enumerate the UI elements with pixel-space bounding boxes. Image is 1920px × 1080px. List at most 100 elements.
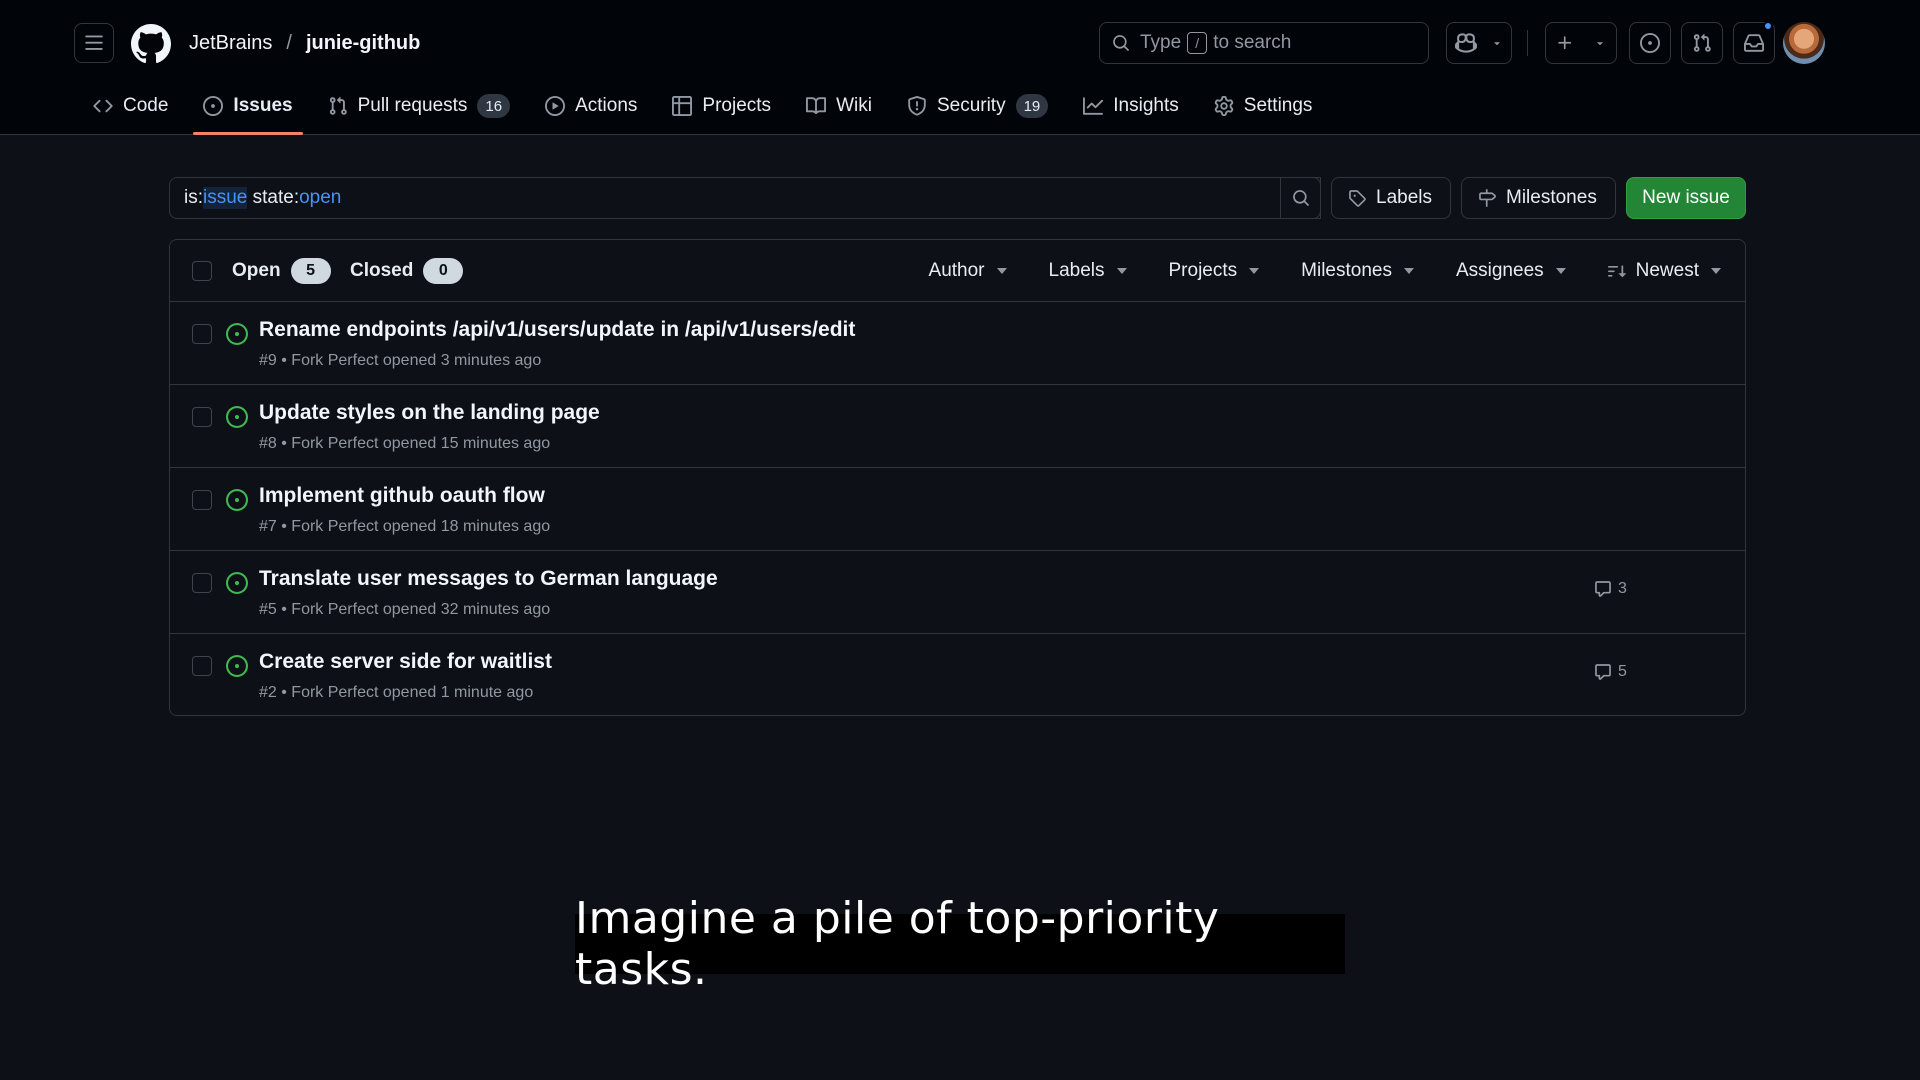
menu-button[interactable] (74, 23, 114, 63)
comment-count: 5 (1618, 663, 1627, 680)
chevron-down-icon (1597, 42, 1603, 46)
git-pull-request-icon (1693, 33, 1711, 52)
issue-row[interactable]: Implement github oauth flow #7 • Fork Pe… (170, 468, 1745, 551)
github-logo-icon[interactable] (131, 24, 171, 64)
issue-opened-icon (226, 572, 248, 594)
closed-issues-tab[interactable]: Closed 0 (350, 257, 464, 284)
tab-label: Wiki (836, 95, 872, 116)
code-icon (93, 99, 113, 113)
issue-checkbox[interactable] (192, 324, 212, 344)
open-count: 5 (290, 257, 331, 284)
list-filters: Author Labels Projects Milestones Assign… (887, 240, 1721, 302)
chevron-down-icon (1494, 42, 1500, 46)
tab-label: Projects (702, 95, 772, 116)
book-icon (806, 97, 827, 115)
issue-meta: #2 • Fork Perfect opened 1 minute ago (259, 684, 534, 701)
labels-button[interactable]: Labels (1331, 177, 1451, 219)
issue-opened-icon (226, 489, 248, 511)
shield-icon (908, 96, 926, 116)
tab-pull-requests[interactable]: Pull requests 16 (318, 86, 521, 126)
issue-row[interactable]: Update styles on the landing page #8 • F… (170, 385, 1745, 468)
issue-title-link[interactable]: Implement github oauth flow (259, 484, 545, 508)
breadcrumb-separator: / (286, 31, 292, 54)
issue-checkbox[interactable] (192, 573, 212, 593)
tab-insights[interactable]: Insights (1073, 86, 1188, 126)
copilot-icon (1455, 33, 1477, 53)
comment-icon (1595, 664, 1611, 680)
tab-label: Code (123, 95, 169, 116)
unread-indicator (1763, 21, 1773, 31)
issue-meta: #5 • Fork Perfect opened 32 minutes ago (259, 601, 551, 618)
milestone-icon (1479, 189, 1496, 207)
issue-title-link[interactable]: Translate user messages to German langua… (259, 567, 718, 591)
your-pull-requests-button[interactable] (1681, 22, 1723, 64)
issue-checkbox[interactable] (192, 490, 212, 510)
filter-label: Projects (1168, 260, 1238, 281)
open-issues-tab[interactable]: Open 5 (232, 257, 331, 284)
tab-wiki[interactable]: Wiki (796, 86, 882, 126)
filter-search-button[interactable] (1280, 177, 1321, 219)
tab-label: Settings (1243, 95, 1313, 116)
closed-count: 0 (423, 257, 464, 284)
issue-opened-icon (203, 96, 224, 116)
pull-requests-count: 16 (477, 94, 511, 118)
caret-down-icon (1555, 268, 1566, 274)
tab-security[interactable]: Security 19 (897, 86, 1058, 126)
search-suffix: to search (1213, 32, 1292, 53)
issue-opened-icon (1640, 33, 1660, 53)
graph-icon (1083, 97, 1104, 115)
labels-button-label: Labels (1376, 187, 1432, 208)
author-filter[interactable]: Author (929, 260, 1007, 282)
milestones-filter[interactable]: Milestones (1301, 260, 1414, 282)
user-avatar[interactable] (1783, 22, 1825, 64)
repo-link[interactable]: junie-github (306, 32, 420, 55)
issue-row[interactable]: Rename endpoints /api/v1/users/update in… (170, 302, 1745, 385)
create-new-button[interactable] (1545, 22, 1617, 64)
git-pull-request-icon (329, 96, 347, 115)
tab-label: Issues (233, 95, 293, 116)
app-header: JetBrains / junie-github Type / to searc… (0, 0, 1920, 135)
tab-label: Actions (575, 95, 638, 116)
issue-checkbox[interactable] (192, 407, 212, 427)
select-all-checkbox[interactable] (192, 260, 212, 281)
breadcrumb: JetBrains / junie-github (189, 30, 420, 56)
tab-projects[interactable]: Projects (662, 86, 781, 126)
tab-settings[interactable]: Settings (1204, 86, 1323, 126)
comment-icon (1595, 581, 1611, 597)
org-link[interactable]: JetBrains (189, 32, 272, 55)
issue-title-link[interactable]: Rename endpoints /api/v1/users/update in… (259, 318, 855, 342)
issue-meta: #7 • Fork Perfect opened 18 minutes ago (259, 518, 551, 535)
tab-label: Insights (1113, 95, 1179, 116)
issue-opened-icon (226, 406, 248, 428)
inbox-icon (1744, 34, 1764, 52)
issue-row[interactable]: Create server side for waitlist #2 • For… (170, 634, 1745, 715)
copilot-button[interactable] (1446, 22, 1512, 64)
sort-dropdown[interactable]: Newest (1607, 260, 1721, 282)
milestones-button-label: Milestones (1506, 187, 1597, 208)
issue-title-link[interactable]: Update styles on the landing page (259, 401, 600, 425)
comments-link[interactable]: 3 (1594, 580, 1627, 598)
tab-code[interactable]: Code (83, 86, 178, 126)
open-label: Open (232, 259, 281, 281)
tab-issues[interactable]: Issues (193, 86, 303, 135)
video-caption: Imagine a pile of top-priority tasks. (575, 893, 1345, 995)
issue-row[interactable]: Translate user messages to German langua… (170, 551, 1745, 634)
sort-desc-icon (1607, 265, 1626, 278)
milestones-button[interactable]: Milestones (1461, 177, 1616, 219)
tab-label: Pull requests (357, 95, 468, 116)
header-divider (1527, 30, 1528, 56)
your-issues-button[interactable] (1629, 22, 1671, 64)
issue-checkbox[interactable] (192, 656, 212, 676)
issue-filter-input[interactable]: is: issue state: open (169, 177, 1321, 219)
comments-link[interactable]: 5 (1594, 663, 1627, 681)
filter-label: Author (928, 260, 985, 281)
global-search-input[interactable]: Type / to search (1099, 22, 1429, 64)
projects-filter[interactable]: Projects (1169, 260, 1260, 282)
comment-count: 3 (1618, 580, 1627, 597)
caret-down-icon (1711, 268, 1721, 274)
new-issue-button[interactable]: New issue (1626, 177, 1746, 219)
issue-title-link[interactable]: Create server side for waitlist (259, 650, 552, 674)
tab-actions[interactable]: Actions (535, 86, 647, 126)
labels-filter[interactable]: Labels (1049, 260, 1127, 282)
assignees-filter[interactable]: Assignees (1456, 260, 1566, 282)
